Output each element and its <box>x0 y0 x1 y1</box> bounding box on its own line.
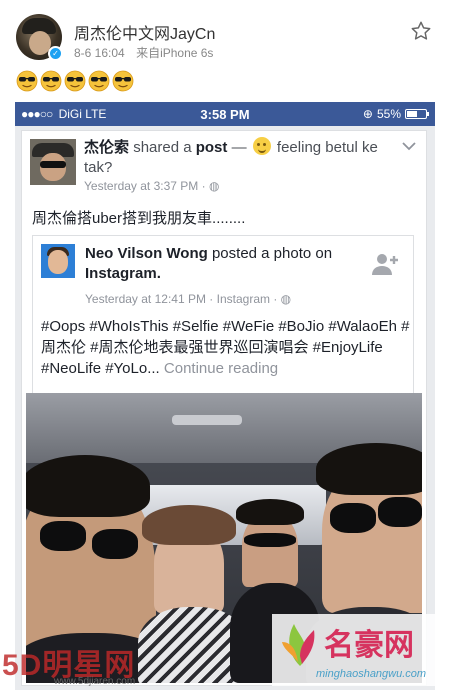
watermark-minghao-url: minghaoshangwu.com <box>316 668 427 680</box>
battery-info: ⊕ 55% <box>362 107 429 121</box>
phone-status-bar: ●●●○○ DiGi LTE 3:58 PM ⊕ 55% <box>15 102 435 126</box>
cool-face-icon <box>40 70 62 92</box>
chevron-down-icon[interactable] <box>402 141 416 151</box>
shared-action: posted a photo on <box>211 245 333 262</box>
person-left-sunglasses-2 <box>92 529 138 559</box>
battery-fill <box>407 111 417 117</box>
avatar[interactable] <box>30 139 76 185</box>
add-friend-icon[interactable] <box>371 252 399 276</box>
watermark-minghao: 名豪网 minghaoshangwu.com <box>272 614 448 686</box>
star-icon[interactable] <box>410 20 432 42</box>
post-source: 来自iPhone 6s <box>136 46 214 60</box>
avatar[interactable] <box>41 244 75 278</box>
user-name[interactable]: 周杰伦中文网JayCn <box>74 20 215 44</box>
watermark-5d: 5D明星网 www.5djiaren.com <box>2 640 192 690</box>
person-woman-hair <box>142 505 236 545</box>
shared-platform-link[interactable]: Instagram. <box>85 265 161 282</box>
post-author[interactable]: 杰伦索 <box>84 139 129 156</box>
post-headline: 杰伦索 shared a post — feeling betul ke tak… <box>84 137 402 178</box>
post-dash: — <box>231 139 247 156</box>
globe-icon: ◍ <box>280 292 292 306</box>
person-middle-hair <box>236 499 304 525</box>
person-right-hair <box>316 443 422 495</box>
feeling-emoji-icon <box>252 137 271 155</box>
weibo-post-header: ✓ 周杰伦中文网JayCn 8-6 16:04 来自iPhone 6s <box>0 0 450 100</box>
person-right-sunglasses <box>330 503 376 533</box>
cool-face-icon <box>112 70 134 92</box>
shared-hashtags: #Oops #WhoIsThis #Selfie #WeFie #BoJio #… <box>41 316 411 379</box>
battery-percent: 55% <box>376 107 401 121</box>
avatar-face <box>48 250 68 274</box>
globe-icon: ◍ <box>208 179 220 193</box>
post-meta: 8-6 16:04 来自iPhone 6s <box>74 44 221 61</box>
watermark-5d-url: www.5djiaren.com <box>54 676 136 687</box>
person-middle-sunglasses <box>244 533 296 547</box>
car-dome-light <box>172 415 242 425</box>
post-object-link[interactable]: post <box>196 139 228 156</box>
watermark-minghao-title: 名豪网 <box>324 629 414 662</box>
shared-timestamp: Yesterday at 12:41 PM · Instagram · ◍ <box>85 292 291 306</box>
post-action: shared a <box>133 139 192 156</box>
battery-icon <box>405 109 429 119</box>
cool-face-icon <box>16 70 38 92</box>
cool-face-icon <box>88 70 110 92</box>
facebook-post-card: 杰伦索 shared a post — feeling betul ke tak… <box>21 130 427 686</box>
continue-reading-link[interactable]: Continue reading <box>164 360 278 377</box>
shared-headline: Neo Vilson Wong posted a photo on Instag… <box>85 244 375 284</box>
post-text: 周杰倫搭uber搭到我朋友車........ <box>32 210 246 227</box>
avatar-glasses <box>40 161 66 168</box>
post-timestamp: Yesterday at 3:37 PM · ◍ <box>84 179 219 193</box>
minghao-logo-icon <box>282 624 315 666</box>
verified-badge-icon: ✓ <box>48 46 63 61</box>
shared-author[interactable]: Neo Vilson Wong <box>85 245 208 262</box>
shared-time-text: Yesterday at 12:41 PM · Instagram · <box>85 292 281 306</box>
shared-post[interactable]: Neo Vilson Wong posted a photo on Instag… <box>32 235 414 395</box>
post-date: 8-6 16:04 <box>74 46 125 60</box>
facebook-screenshot: ●●●○○ DiGi LTE 3:58 PM ⊕ 55% 杰伦索 shared … <box>15 102 435 690</box>
post-time-text: Yesterday at 3:37 PM · <box>84 179 209 193</box>
cool-face-icon <box>64 70 86 92</box>
person-right-sunglasses-2 <box>378 497 422 527</box>
rotation-lock-icon: ⊕ <box>362 107 373 121</box>
person-left-sunglasses <box>40 521 86 551</box>
emoji-row <box>16 70 134 94</box>
person-left-hair <box>26 455 150 517</box>
